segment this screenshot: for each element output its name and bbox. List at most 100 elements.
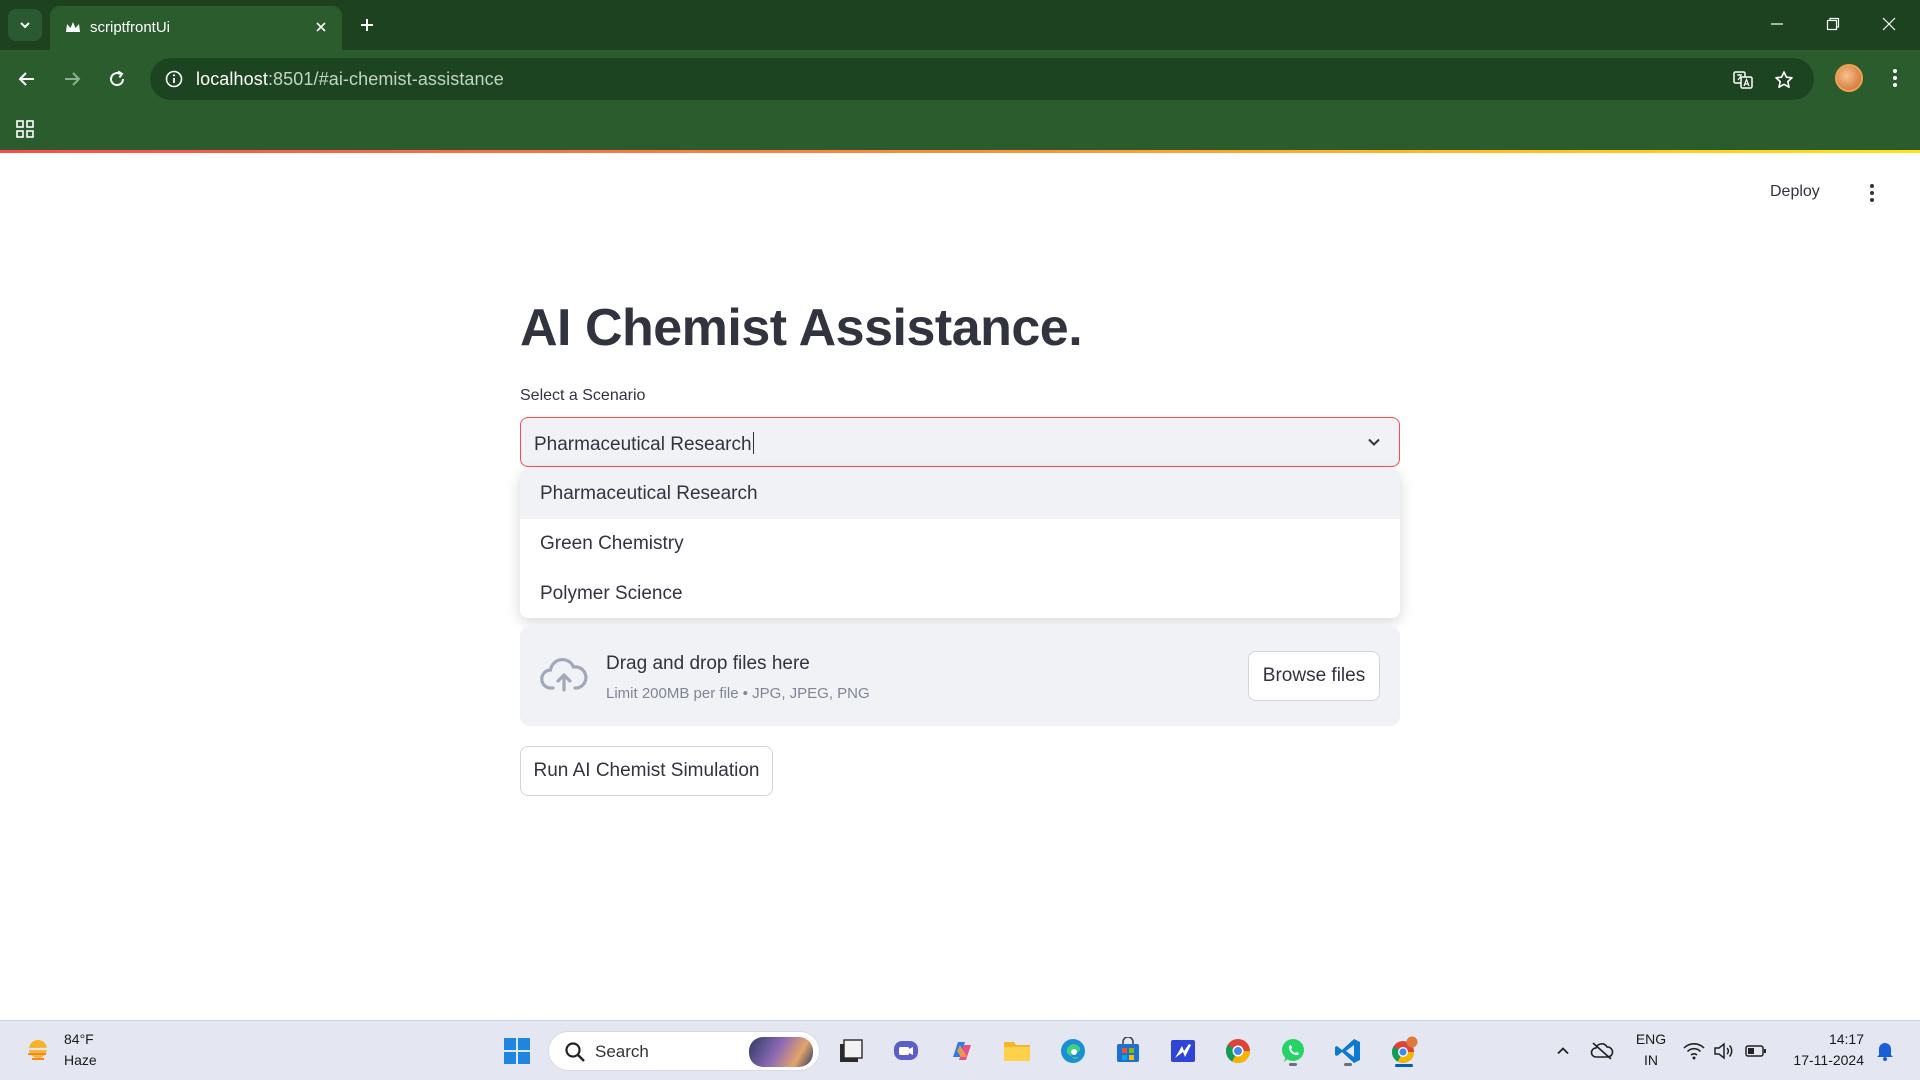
restore-button[interactable] — [1811, 8, 1855, 40]
scenario-select-value: Pharmaceutical Research — [534, 432, 754, 456]
active-app-indicator — [1395, 1064, 1413, 1067]
taskbar-file-explorer[interactable] — [999, 1033, 1035, 1069]
taskbar-vscode[interactable] — [1330, 1033, 1366, 1069]
volume-status[interactable] — [1710, 1033, 1738, 1069]
vertical-dots-icon — [1893, 69, 1897, 87]
run-simulation-button[interactable]: Run AI Chemist Simulation — [520, 746, 773, 796]
upload-limits: Limit 200MB per file • JPG, JPEG, PNG — [606, 685, 870, 702]
reload-icon — [110, 70, 125, 87]
taskbar-clock-date[interactable]: 17-11-2024 — [1764, 1052, 1864, 1068]
dropdown-option-label: Polymer Science — [540, 583, 683, 604]
vscode-icon — [1335, 1039, 1360, 1063]
arrow-left-icon — [18, 72, 34, 86]
taskbar-meet-app[interactable] — [888, 1033, 924, 1069]
scenario-select-label: Select a Scenario — [520, 387, 646, 404]
dropdown-option-pharmaceutical-research[interactable]: Pharmaceutical Research — [520, 469, 1400, 519]
browse-files-button[interactable]: Browse files — [1248, 651, 1380, 701]
minimize-icon — [1771, 23, 1783, 25]
site-info-button[interactable] — [162, 67, 186, 91]
app-menu-button[interactable] — [1860, 175, 1884, 211]
close-window-button[interactable] — [1867, 8, 1911, 40]
page-title: AI Chemist Assistance. — [520, 299, 1083, 357]
deploy-button[interactable]: Deploy — [1770, 183, 1820, 201]
restore-icon — [1826, 17, 1840, 31]
language-indicator-top[interactable]: ENG — [1630, 1031, 1672, 1047]
bookmarks-bar — [0, 108, 1920, 150]
chevron-down-icon — [1368, 438, 1380, 446]
chevron-down-icon — [20, 22, 30, 29]
apps-button[interactable] — [12, 116, 38, 142]
browser-tab-bar: scriptfrontUi — [0, 0, 1920, 50]
reload-button[interactable] — [99, 61, 135, 97]
weather-temperature: 84°F — [64, 1031, 94, 1047]
wifi-icon — [1683, 1043, 1705, 1060]
taskbar-search-box[interactable]: Search — [548, 1031, 820, 1071]
dropdown-option-green-chemistry[interactable]: Green Chemistry — [520, 519, 1400, 569]
taskbar-clock-time[interactable]: 14:17 — [1784, 1031, 1864, 1047]
browser-toolbar: localhost:8501/#ai-chemist-assistance — [0, 50, 1920, 108]
star-icon — [1775, 71, 1793, 88]
language-indicator-bottom[interactable]: IN — [1630, 1052, 1672, 1068]
cloud-offline-icon — [1590, 1042, 1614, 1060]
task-view-button[interactable] — [833, 1033, 869, 1069]
scenario-select[interactable]: Pharmaceutical Research — [520, 417, 1400, 467]
taskbar-chrome-browser[interactable] — [1220, 1033, 1256, 1069]
bell-icon — [1877, 1043, 1893, 1061]
taskbar-whatsapp[interactable] — [1275, 1033, 1311, 1069]
profile-avatar[interactable] — [1835, 64, 1863, 92]
copilot-icon — [953, 1042, 971, 1060]
folder-icon — [1004, 1042, 1030, 1061]
url-host: localhost — [196, 69, 268, 89]
chevron-up-icon — [1557, 1047, 1569, 1055]
windows-taskbar: 84°F Haze Search ENG IN 14:17 17-11-2024 — [0, 1020, 1920, 1080]
close-icon — [316, 22, 326, 32]
dropdown-option-polymer-science[interactable]: Polymer Science — [520, 569, 1400, 618]
start-button[interactable] — [499, 1033, 535, 1069]
scenario-dropdown-menu: Pharmaceutical Research Green Chemistry … — [520, 469, 1400, 618]
scenario-select-toggle[interactable] — [1363, 431, 1385, 453]
arrow-right-icon — [65, 72, 81, 86]
new-tab-button[interactable] — [352, 10, 382, 40]
info-circle-icon — [165, 70, 183, 88]
forward-button[interactable] — [54, 61, 90, 97]
plus-icon — [361, 19, 373, 31]
taskbar-editor-app[interactable] — [1165, 1033, 1201, 1069]
taskbar-chrome-profile-active[interactable] — [1386, 1033, 1422, 1069]
weather-haze-icon[interactable] — [24, 1035, 56, 1067]
text-caret — [752, 432, 754, 454]
cloud-upload-icon — [540, 657, 588, 692]
windows-logo-icon — [504, 1038, 530, 1064]
show-hidden-icons-button[interactable] — [1545, 1033, 1581, 1069]
close-icon — [1882, 17, 1896, 31]
vertical-dots-icon — [1870, 184, 1874, 202]
browser-menu-button[interactable] — [1880, 62, 1910, 94]
browser-tab[interactable]: scriptfrontUi — [50, 6, 342, 50]
dropdown-option-label: Green Chemistry — [540, 533, 684, 554]
back-button[interactable] — [9, 61, 45, 97]
search-icon — [565, 1042, 585, 1062]
tab-close-button[interactable] — [310, 16, 332, 38]
translate-icon — [1733, 71, 1753, 89]
wifi-status[interactable] — [1680, 1033, 1708, 1069]
onedrive-status[interactable] — [1584, 1033, 1620, 1069]
app-page: Deploy AI Chemist Assistance. Select a S… — [0, 153, 1920, 1020]
taskbar-store-app[interactable] — [1110, 1033, 1146, 1069]
speaker-icon — [1714, 1042, 1733, 1060]
translate-button[interactable] — [1730, 67, 1756, 93]
whatsapp-icon — [1282, 1039, 1304, 1062]
tab-title: scriptfrontUi — [90, 19, 171, 36]
minimize-button[interactable] — [1755, 8, 1799, 40]
file-uploader-dropzone[interactable]: Drag and drop files here Limit 200MB per… — [520, 626, 1400, 726]
store-icon — [1117, 1037, 1139, 1062]
tab-search-button[interactable] — [8, 9, 42, 41]
url-path: :8501/#ai-chemist-assistance — [267, 69, 504, 89]
taskbar-copilot-app[interactable] — [944, 1033, 980, 1069]
taskbar-edge-browser[interactable] — [1055, 1033, 1091, 1069]
url-text[interactable]: localhost:8501/#ai-chemist-assistance — [196, 69, 504, 90]
streamlit-crown-icon — [66, 22, 80, 32]
notifications-button[interactable] — [1868, 1033, 1902, 1069]
bookmark-star-button[interactable] — [1771, 67, 1797, 93]
search-highlight-image — [749, 1037, 813, 1067]
grid-icon — [16, 120, 34, 138]
address-bar[interactable]: localhost:8501/#ai-chemist-assistance — [150, 58, 1814, 100]
